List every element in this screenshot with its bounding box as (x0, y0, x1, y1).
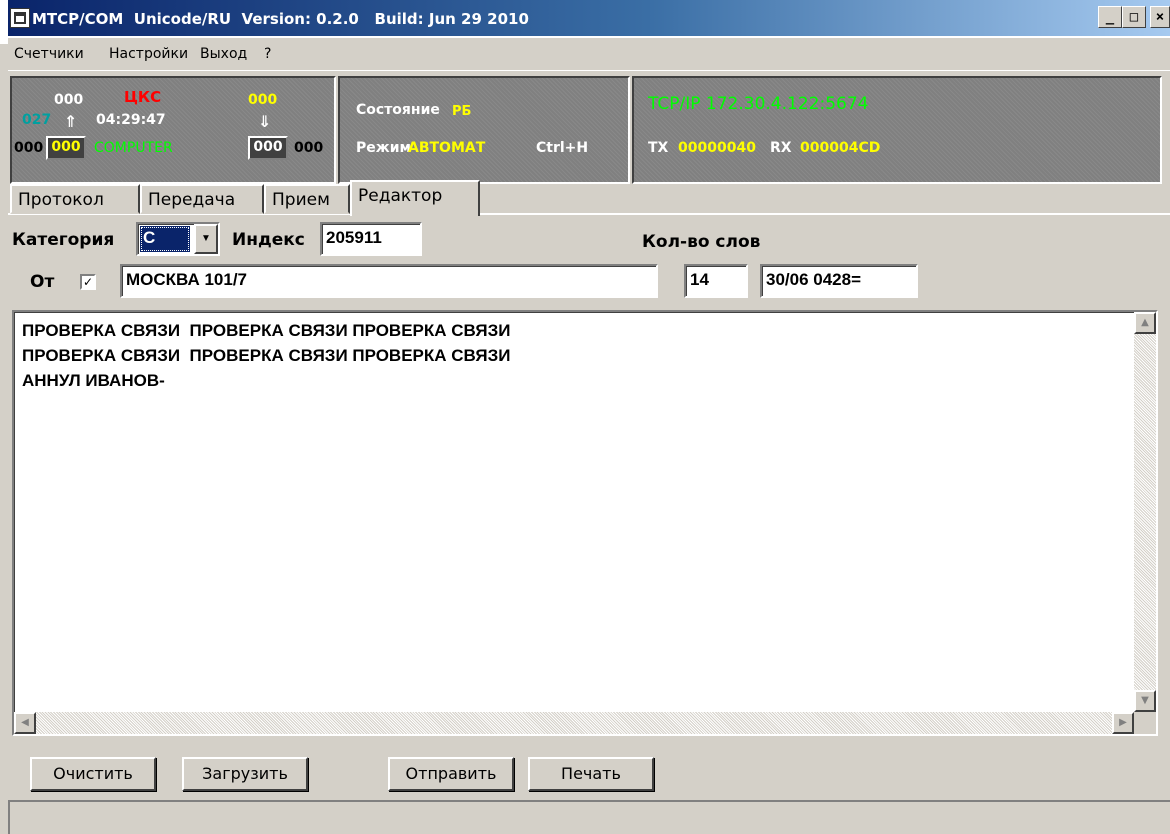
message-text-area[interactable]: ПРОВЕРКА СВЯЗИ ПРОВЕРКА СВЯЗИ ПРОВЕРКА С… (12, 310, 1158, 736)
from-checkbox[interactable]: ✓ (80, 274, 96, 290)
close-button[interactable]: × (1150, 6, 1170, 28)
counter-left-box: 000 (46, 136, 86, 160)
chevron-down-icon[interactable]: ▼ (194, 224, 218, 254)
vertical-scrollbar[interactable]: ▲ ▼ (1134, 312, 1156, 712)
state-label: Состояние (356, 102, 440, 118)
counter-right-box: 000 (248, 136, 288, 160)
scrollbar-corner (1134, 712, 1156, 734)
counter-right-bottom: 000 (294, 140, 324, 156)
connection-address: TCP/IP 172.30.4.122:5674 (648, 94, 869, 114)
print-button[interactable]: Печать (528, 757, 654, 791)
message-line: АННУЛ ИВАНОВ- (22, 371, 165, 390)
computer-label: COMPUTER (94, 140, 173, 156)
network-panel: TCP/IP 172.30.4.122:5674 TX 00000040 RX … (632, 76, 1162, 184)
rx-label: RX (770, 140, 792, 156)
tx-label: TX (648, 140, 669, 156)
cks-label: ЦКС (124, 88, 162, 106)
scroll-left-icon[interactable]: ◀ (14, 712, 36, 734)
menu-counters[interactable]: Счетчики (14, 46, 84, 62)
tab-receive[interactable]: Прием (264, 184, 350, 214)
app-icon[interactable] (10, 8, 30, 28)
scroll-down-icon[interactable]: ▼ (1134, 690, 1156, 712)
send-button[interactable]: Отправить (388, 757, 514, 791)
window-title: MTCP/COM Unicode/RU Version: 0.2.0 Build… (32, 10, 529, 28)
message-text: ПРОВЕРКА СВЯЗИ ПРОВЕРКА СВЯЗИ ПРОВЕРКА С… (22, 318, 510, 393)
menu-exit[interactable]: Выход (200, 46, 247, 62)
word-count-label: Кол-во слов (642, 232, 761, 252)
menu-help[interactable]: ? (264, 46, 271, 62)
clear-button[interactable]: Очистить (30, 757, 156, 791)
counter-right-top: 000 (248, 92, 278, 108)
tab-protocol[interactable]: Протокол (10, 184, 140, 214)
tab-editor[interactable]: Редактор (350, 180, 480, 216)
from-label: От (30, 272, 55, 292)
tab-transmit[interactable]: Передача (140, 184, 264, 214)
mode-label: Режим (356, 140, 411, 156)
menu-settings[interactable]: Настройки (109, 46, 188, 62)
word-count-input[interactable]: 14 (684, 264, 748, 298)
counter-left-blue: 027 (22, 112, 52, 128)
minimize-button[interactable]: _ (1098, 6, 1122, 28)
clock-time: 04:29:47 (96, 112, 166, 128)
status-bar (8, 800, 1170, 834)
rx-value: 000004CD (800, 140, 881, 156)
state-panel: Состояние РБ Режим АВТОМАТ Ctrl+H (338, 76, 630, 184)
scroll-up-icon[interactable]: ▲ (1134, 312, 1156, 334)
load-button[interactable]: Загрузить (182, 757, 308, 791)
horizontal-scrollbar[interactable]: ◀ ▶ (14, 712, 1134, 734)
index-input[interactable]: 205911 (320, 222, 422, 256)
datetime-input[interactable]: 30/06 0428= (760, 264, 918, 298)
arrow-up-icon: ⇑ (64, 112, 78, 131)
menu-bar: Счетчики Настройки Выход ? (8, 38, 1170, 71)
state-value: РБ (452, 104, 472, 119)
index-label: Индекс (232, 230, 305, 250)
arrow-down-icon: ⇓ (258, 112, 272, 131)
category-label: Категория (12, 230, 115, 250)
category-select[interactable]: C ▼ (136, 222, 220, 256)
category-value: C (140, 226, 190, 252)
counters-panel: 000 027 ⇑ 000 000 ЦКС 04:29:47 COMPUTER … (10, 76, 336, 184)
scroll-right-icon[interactable]: ▶ (1112, 712, 1134, 734)
counter-left-top: 000 (54, 92, 84, 108)
from-input[interactable]: МОСКВА 101/7 (120, 264, 658, 298)
tx-value: 00000040 (678, 140, 756, 156)
mode-value: АВТОМАТ (408, 140, 486, 156)
hotkey-label: Ctrl+H (536, 140, 589, 156)
maximize-button[interactable]: □ (1122, 6, 1146, 28)
counter-left-bottom: 000 (14, 140, 44, 156)
message-line: ПРОВЕРКА СВЯЗИ ПРОВЕРКА СВЯЗИ ПРОВЕРКА С… (22, 321, 511, 340)
message-line: ПРОВЕРКА СВЯЗИ ПРОВЕРКА СВЯЗИ ПРОВЕРКА С… (22, 346, 511, 365)
